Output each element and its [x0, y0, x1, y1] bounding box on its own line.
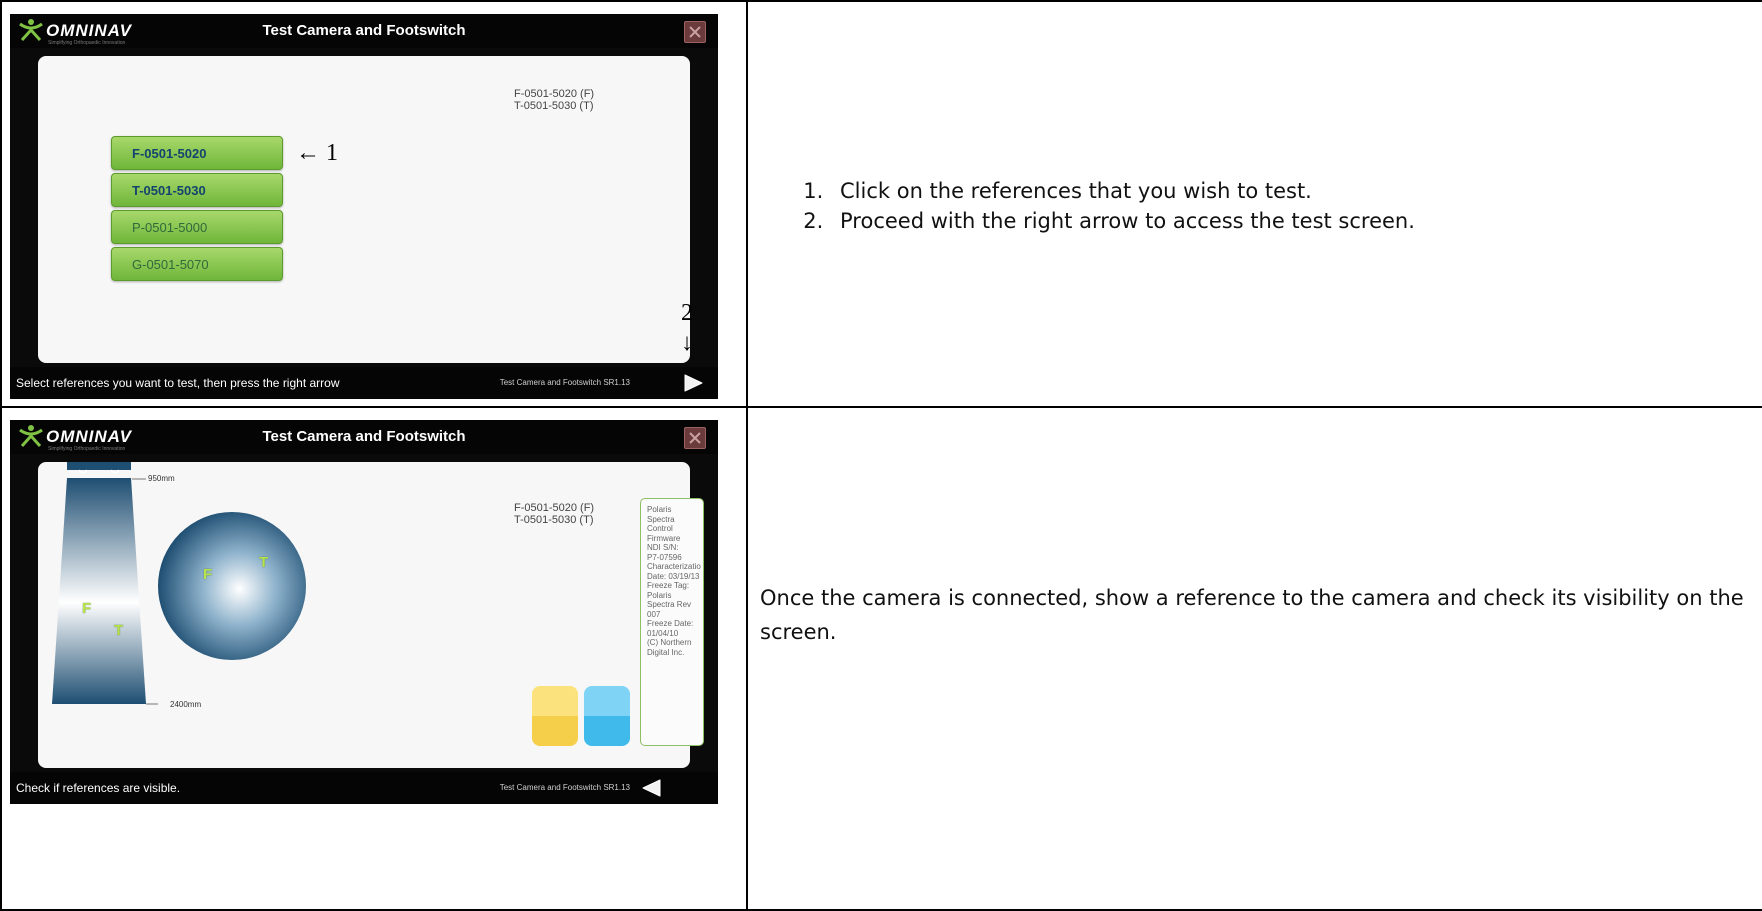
- reference-line: F-0501-5020 (F): [514, 502, 595, 514]
- close-button[interactable]: [684, 427, 706, 449]
- title-bar: OMNINAV Simplifying Orthopaedic Innovati…: [10, 14, 718, 48]
- close-icon: [689, 432, 701, 444]
- document-table: OMNINAV Simplifying Orthopaedic Innovati…: [0, 0, 1762, 911]
- selected-references-list: F-0501-5020 (F) T-0501-5030 (T): [514, 88, 594, 112]
- near-distance-label: 950mm: [148, 474, 175, 483]
- table-column-divider: [746, 0, 748, 911]
- reference-status-yellow: [532, 686, 578, 746]
- reference-button-p[interactable]: P-0501-5000: [111, 210, 283, 244]
- close-button[interactable]: [684, 21, 706, 43]
- marker-f-side: F: [82, 600, 92, 617]
- selected-references-list: F-0501-5020 (F) T-0501-5030 (T): [514, 502, 594, 526]
- window-title: Test Camera and Footswitch: [262, 428, 466, 445]
- reference-button-f[interactable]: F-0501-5020: [111, 136, 283, 170]
- camera-field-of-view: [52, 478, 146, 704]
- instruction-item: Proceed with the right arrow to access t…: [830, 206, 1700, 236]
- reference-button-g[interactable]: G-0501-5070: [111, 247, 283, 281]
- far-distance-label: 2400mm: [170, 700, 202, 709]
- camera-front-view: [158, 512, 306, 660]
- table-border-left: [0, 0, 2, 911]
- annotation-step-1: ← 1: [296, 140, 338, 166]
- back-arrow-button[interactable]: [641, 778, 663, 798]
- step2-description: Once the camera is connected, show a ref…: [760, 586, 1744, 644]
- annotation-step-2-number: 2: [681, 300, 693, 326]
- reference-status-blue: [584, 686, 630, 746]
- screenshot-select-references: OMNINAV Simplifying Orthopaedic Innovati…: [10, 14, 718, 399]
- reference-line: F-0501-5020 (F): [514, 88, 595, 100]
- window-title: Test Camera and Footswitch: [262, 22, 466, 39]
- camera-volume-diagram: [52, 462, 158, 705]
- title-bar: OMNINAV Simplifying Orthopaedic Innovati…: [10, 420, 718, 454]
- marker-f-front: F: [203, 566, 213, 583]
- version-label: Test Camera and Footswitch SR1.13: [499, 378, 630, 387]
- table-row-divider: [0, 406, 1762, 408]
- reference-line: T-0501-5030 (T): [514, 100, 594, 112]
- main-canvas: F-0501-5020 (F) T-0501-5030 (T) F-0501-5…: [38, 56, 690, 363]
- table-border-top: [0, 0, 1762, 2]
- annotation-step-2-arrow: ↓: [681, 330, 693, 356]
- status-message: Check if references are visible.: [16, 781, 181, 795]
- main-canvas: 950mm 2400mm F T F T F-0501-5020 (F) T-0…: [38, 462, 704, 768]
- next-arrow-button[interactable]: [682, 373, 704, 393]
- app-tagline: Simplifying Orthopaedic Innovation: [48, 446, 126, 452]
- marker-t-front: T: [259, 554, 269, 571]
- app-tagline: Simplifying Orthopaedic Innovation: [48, 40, 126, 46]
- screenshot-check-visibility: OMNINAV Simplifying Orthopaedic Innovati…: [10, 420, 718, 804]
- step1-instructions: Click on the references that you wish to…: [800, 176, 1700, 236]
- status-bar: Select references you want to test, then…: [10, 367, 718, 399]
- reference-line: T-0501-5030 (T): [514, 514, 594, 526]
- reference-button-t[interactable]: T-0501-5030: [111, 173, 283, 207]
- close-icon: [689, 26, 701, 38]
- status-message: Select references you want to test, then…: [16, 376, 340, 390]
- status-bar: Check if references are visible. Test Ca…: [10, 772, 718, 804]
- instruction-item: Click on the references that you wish to…: [830, 176, 1700, 206]
- camera-info-text: Polaris Spectra Control Firmware NDI S/N…: [647, 505, 701, 657]
- marker-t-side: T: [114, 622, 124, 639]
- camera-info-panel: Polaris Spectra Control Firmware NDI S/N…: [640, 498, 704, 746]
- version-label: Test Camera and Footswitch SR1.13: [499, 783, 630, 792]
- camera-bar: [67, 462, 131, 470]
